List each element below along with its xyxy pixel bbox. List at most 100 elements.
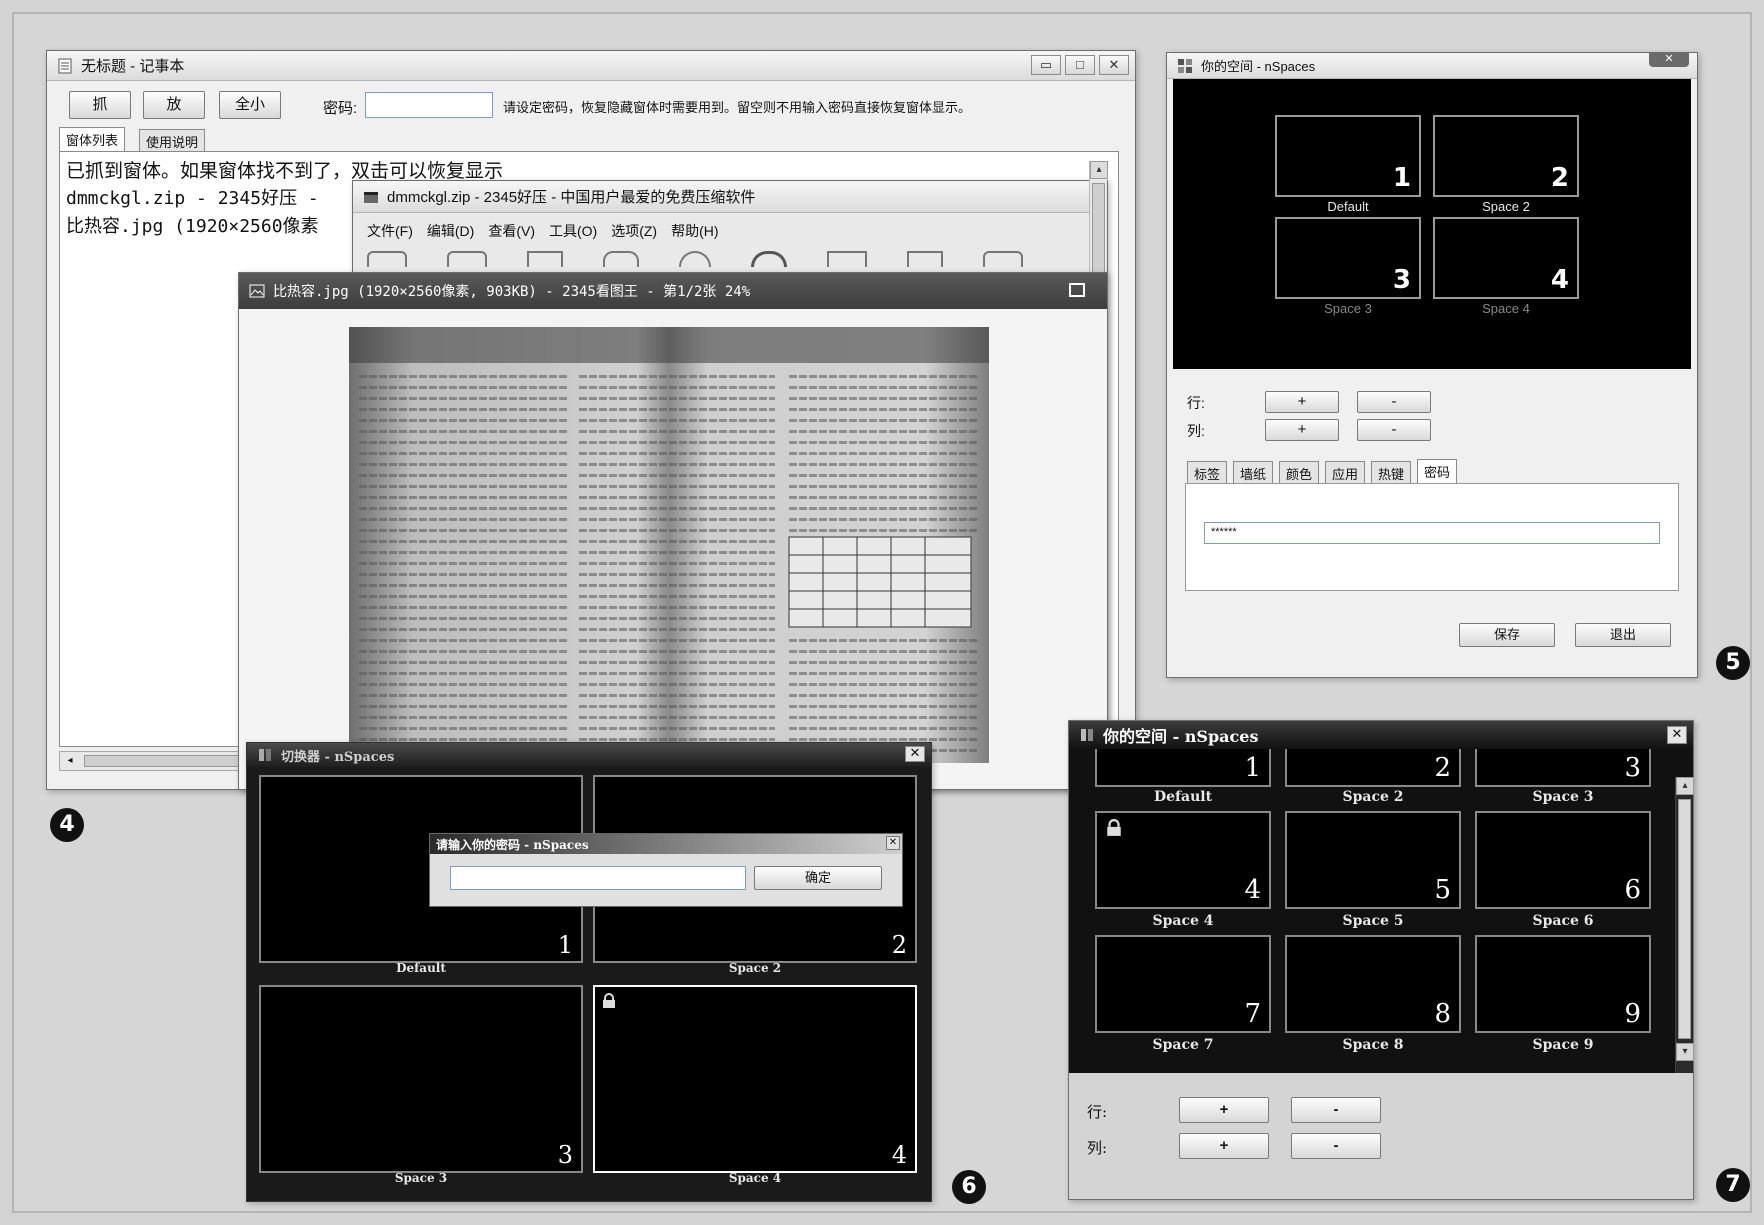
space-label: Space 4 <box>1152 913 1214 929</box>
lock-icon <box>603 993 615 1008</box>
scroll-down-icon[interactable]: ▾ <box>1676 1043 1694 1061</box>
photo <box>349 327 989 763</box>
zip-titlebar: dmmckgl.zip - 2345好压 - 中国用户最爱的免费压缩软件 <box>353 181 1107 213</box>
space-tile[interactable]: 1 <box>1275 115 1421 197</box>
badge-6: 6 <box>952 1170 986 1204</box>
tab-labels[interactable]: 标签 <box>1187 461 1228 483</box>
menu-tools[interactable]: 工具(O) <box>549 221 597 241</box>
space-tile[interactable]: 2 <box>1433 115 1579 197</box>
space-tile[interactable]: 3 <box>1475 749 1651 787</box>
info-icon[interactable] <box>751 251 787 267</box>
space-label: Space 3 <box>1532 789 1594 805</box>
nspaces-grid-window: 你的空间 - nSpaces ✕ 1 Default 2 Space 2 3 S… <box>1068 720 1694 1200</box>
space-tile[interactable]: 7 <box>1095 935 1271 1033</box>
release-button[interactable]: 放 <box>143 91 205 119</box>
menu-help[interactable]: 帮助(H) <box>671 221 718 241</box>
clipboard-icon[interactable] <box>907 251 943 267</box>
image-viewer-window: 比热容.jpg (1920×2560像素, 903KB) - 2345看图王 -… <box>238 272 1108 790</box>
wrench-icon[interactable] <box>603 251 639 267</box>
menu-view[interactable]: 查看(V) <box>488 221 535 241</box>
nspaces-grid-titlebar: 你的空间 - nSpaces <box>1069 721 1693 749</box>
nspaces-icon <box>259 749 271 761</box>
list-item[interactable]: dmmckgl.zip - 2345好压 - <box>66 184 319 210</box>
columns-plus-button[interactable]: + <box>1265 419 1339 441</box>
close-icon[interactable]: ✕ <box>905 746 925 762</box>
space-tile[interactable]: 9 <box>1475 935 1651 1033</box>
notepad-titlebar: 无标题 - 记事本 <box>47 51 1135 81</box>
password-input[interactable] <box>365 92 493 118</box>
rows-plus-button[interactable]: + <box>1179 1097 1269 1123</box>
list-item[interactable]: 比热容.jpg (1920×2560像素 <box>66 212 319 238</box>
clipboard-icon[interactable] <box>527 251 563 267</box>
zip-title: dmmckgl.zip - 2345好压 - 中国用户最爱的免费压缩软件 <box>387 189 756 206</box>
save-button[interactable]: 保存 <box>1459 623 1555 647</box>
exit-button[interactable]: 退出 <box>1575 623 1671 647</box>
nspaces-settings-window: 你的空间 - nSpaces ✕ 1 Default 2 Space 2 3 S… <box>1166 52 1698 678</box>
grid-controls: 行: + - 列: + - <box>1069 1073 1693 1199</box>
space-label: Space 9 <box>1532 1037 1594 1053</box>
tab-instructions[interactable]: 使用说明 <box>139 129 206 151</box>
notepad-window-buttons: ▭ □ ✕ <box>1031 55 1129 75</box>
close-icon[interactable]: ✕ <box>1099 55 1129 75</box>
space-tile[interactable]: 4 <box>593 985 917 1173</box>
space-label: Space 7 <box>1152 1037 1214 1053</box>
space-tile[interactable]: 6 <box>1475 811 1651 909</box>
folder-icon[interactable] <box>367 251 407 267</box>
archive-icon <box>364 191 378 203</box>
password-dialog-title: 请输入你的密码 - nSpaces <box>436 838 589 852</box>
minimize-icon[interactable]: ▭ <box>1031 55 1061 75</box>
restore-icon[interactable] <box>1069 283 1085 297</box>
space-tile[interactable]: 1 <box>1095 749 1271 787</box>
list-item[interactable]: 已抓到窗体。如果窗体找不到了，双击可以恢复显示 <box>66 156 503 183</box>
space-label: Default <box>1327 199 1369 214</box>
space-tile[interactable]: 4 <box>1095 811 1271 909</box>
ok-button[interactable]: 确定 <box>754 866 882 890</box>
notepad-title: 无标题 - 记事本 <box>81 58 185 75</box>
tab-apps[interactable]: 应用 <box>1325 461 1366 483</box>
tab-hotkeys[interactable]: 热键 <box>1371 461 1412 483</box>
password-panel: ****** <box>1185 483 1679 591</box>
scrollbar-thumb[interactable] <box>1678 799 1691 1039</box>
close-icon[interactable]: ✕ <box>886 836 900 850</box>
zip-menubar: 文件(F) 编辑(D) 查看(V) 工具(O) 选项(Z) 帮助(H) <box>367 221 719 241</box>
space-tile[interactable]: 3 <box>1275 217 1421 299</box>
tab-wallpaper[interactable]: 墙纸 <box>1233 461 1274 483</box>
close-icon[interactable]: ✕ <box>1667 726 1687 744</box>
viewer-titlebar: 比热容.jpg (1920×2560像素, 903KB) - 2345看图王 -… <box>239 273 1107 309</box>
space-password-input[interactable]: ****** <box>1204 522 1660 544</box>
folder-icon[interactable] <box>447 251 487 267</box>
viewer-title: 比热容.jpg (1920×2560像素, 903KB) - 2345看图王 -… <box>273 284 751 300</box>
space-tile[interactable]: 8 <box>1285 935 1461 1033</box>
lock-icon <box>1107 819 1121 836</box>
columns-minus-button[interactable]: - <box>1357 419 1431 441</box>
rows-minus-button[interactable]: - <box>1357 391 1431 413</box>
rows-minus-button[interactable]: - <box>1291 1097 1381 1123</box>
password-hint: 请设定密码，恢复隐藏窗体时需要用到。留空则不用输入密码直接恢复窗体显示。 <box>503 100 972 115</box>
columns-plus-button[interactable]: + <box>1179 1133 1269 1159</box>
password-input[interactable] <box>450 866 746 890</box>
space-tile[interactable]: 5 <box>1285 811 1461 909</box>
scroll-left-icon[interactable]: ◂ <box>62 753 78 769</box>
grab-button[interactable]: 抓 <box>69 91 131 119</box>
spaces-scrollbar[interactable]: ▴ ▾ <box>1675 777 1694 1075</box>
menu-file[interactable]: 文件(F) <box>367 221 413 241</box>
space-tile[interactable]: 3 <box>259 985 583 1173</box>
scroll-up-icon[interactable]: ▴ <box>1676 777 1694 795</box>
maximize-icon[interactable]: □ <box>1065 55 1095 75</box>
rows-label: 行: <box>1087 1103 1108 1121</box>
minimize-all-button[interactable]: 全小 <box>219 91 281 119</box>
rows-plus-button[interactable]: + <box>1265 391 1339 413</box>
space-tile[interactable]: 2 <box>1285 749 1461 787</box>
scroll-up-icon[interactable]: ▴ <box>1090 161 1108 179</box>
menu-options[interactable]: 选项(Z) <box>611 221 657 241</box>
close-icon[interactable]: ✕ <box>1649 53 1689 67</box>
tab-colors[interactable]: 颜色 <box>1279 461 1320 483</box>
menu-edit[interactable]: 编辑(D) <box>427 221 474 241</box>
space-tile[interactable]: 4 <box>1433 217 1579 299</box>
tab-password[interactable]: 密码 <box>1417 459 1458 483</box>
box-icon[interactable] <box>827 251 867 267</box>
columns-minus-button[interactable]: - <box>1291 1133 1381 1159</box>
folder-icon[interactable] <box>983 251 1023 267</box>
search-icon[interactable] <box>679 251 711 267</box>
tab-window-list[interactable]: 窗体列表 <box>59 127 126 151</box>
